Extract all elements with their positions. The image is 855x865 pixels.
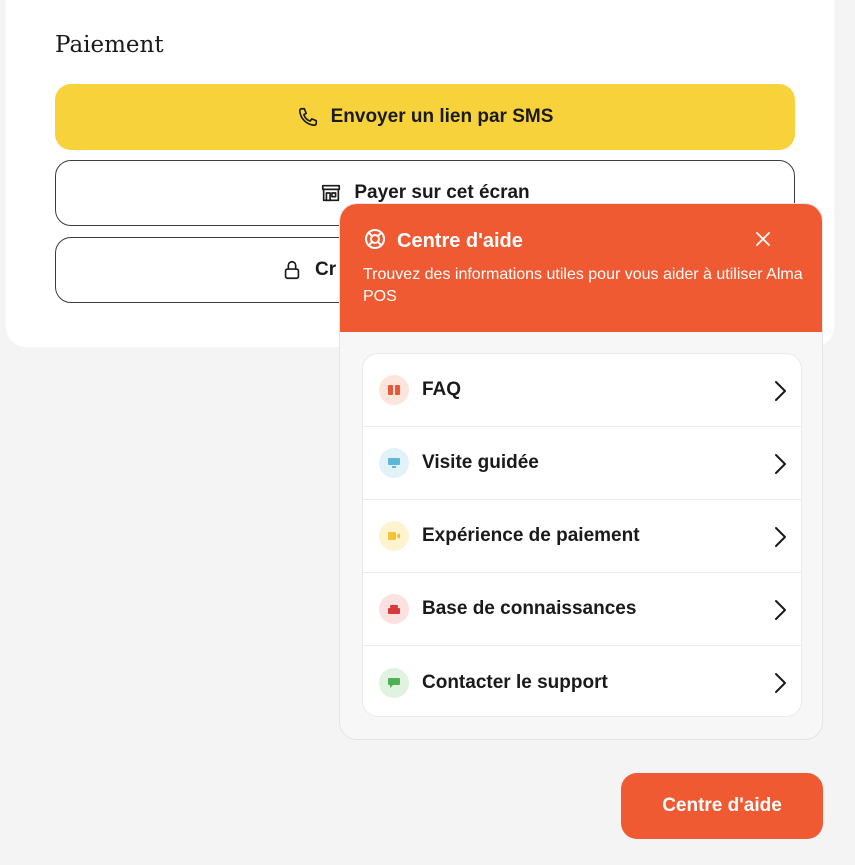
help-item-faq[interactable]: FAQ [363,354,801,427]
pay-on-screen-label: Payer sur cet écran [354,182,530,203]
chat-icon [379,667,409,698]
help-item-knowledge-base[interactable]: Base de connaissances [363,573,801,646]
help-center-list: FAQ Visite guidée Expérience de paiement [362,353,802,717]
book-icon [379,375,409,405]
help-item-label: Expérience de paiement [422,525,640,546]
help-item-contact-support[interactable]: Contacter le support [363,646,801,716]
close-button[interactable] [750,228,776,254]
create-button-label: Cr [315,259,337,280]
monitor-icon [379,448,409,478]
send-sms-link-label: Envoyer un lien par SMS [330,106,554,127]
video-icon [379,521,409,551]
help-item-guided-tour[interactable]: Visite guidée [363,427,801,500]
help-center-title-row: Centre d'aide [363,227,523,256]
help-item-label: FAQ [422,379,462,400]
phone-icon [297,106,319,128]
help-item-payment-experience[interactable]: Expérience de paiement [363,500,801,573]
help-center-panel: Centre d'aide Trouvez des informations u… [339,203,823,740]
chevron-right-icon [773,672,787,699]
box-icon [379,594,409,624]
chevron-right-icon [773,453,787,480]
send-sms-link-button[interactable]: Envoyer un lien par SMS [55,84,795,150]
help-center-button[interactable]: Centre d'aide [621,773,823,839]
chevron-right-icon [773,599,787,626]
help-item-label: Visite guidée [422,452,539,473]
help-center-header: Centre d'aide Trouvez des informations u… [340,204,822,332]
help-center-title: Centre d'aide [397,230,523,252]
lifebuoy-icon [363,227,387,256]
chevron-right-icon [773,526,787,553]
help-item-label: Contacter le support [422,671,608,693]
lock-icon [281,259,303,281]
store-icon [320,182,342,204]
close-icon [755,231,771,252]
help-center-subtitle: Trouvez des informations utiles pour vou… [363,266,803,305]
help-item-label: Base de connaissances [422,598,637,619]
chevron-right-icon [773,380,787,407]
payment-title: Paiement [55,32,164,58]
